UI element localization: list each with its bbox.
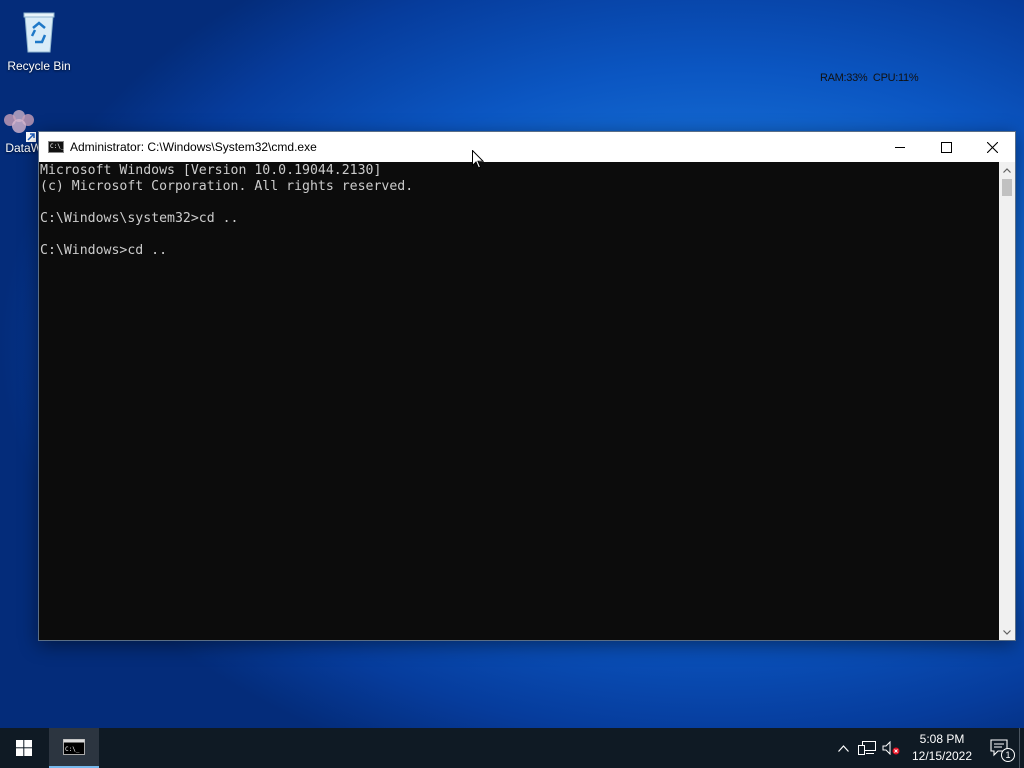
window-title: Administrator: C:\Windows\System32\cmd.e… [70,140,317,154]
console-line: C:\Windows>cd .. [40,243,168,258]
network-icon [858,741,876,755]
taskbar-item-cmd[interactable]: C:\_ [49,728,99,768]
minimize-icon [895,147,905,148]
show-desktop-button[interactable] [1019,728,1024,768]
show-hidden-icons-button[interactable] [831,728,855,768]
volume-button[interactable] [879,728,903,768]
console-line: Microsoft Windows [Version 10.0.19044.21… [40,163,382,178]
svg-text:C:\_: C:\_ [65,746,80,753]
start-button[interactable] [0,728,48,768]
clock-time: 5:08 PM [919,732,965,746]
recycle-bin-icon [23,12,55,53]
cmd-window[interactable]: C:\_ Administrator: C:\Windows\System32\… [38,131,1016,641]
mouse-cursor-icon [472,150,484,169]
console-output[interactable]: Microsoft Windows [Version 10.0.19044.21… [39,162,1000,640]
scroll-down-button[interactable] [999,624,1015,640]
datawrapper-shortcut-icon [4,110,36,142]
cmd-icon: C:\_ [48,141,64,153]
close-icon [986,141,998,153]
volume-muted-icon [882,741,900,755]
maximize-icon [940,141,952,153]
network-button[interactable] [855,728,879,768]
system-tray: 5:08 PM 12/15/2022 1 [831,728,1024,768]
windows-logo-icon [16,740,32,756]
taskbar: C:\_ 5:08 PM 12/15/2022 1 [0,728,1024,768]
clock[interactable]: 5:08 PM 12/15/2022 [907,731,977,765]
desktop-icon-recycle-bin[interactable]: Recycle Bin [1,8,77,73]
desktop-icon-dataw[interactable]: DataW [0,106,42,155]
clock-date: 12/15/2022 [911,749,973,763]
console-line: (c) Microsoft Corporation. All rights re… [40,179,414,194]
maximize-button[interactable] [923,132,969,162]
close-button[interactable] [969,132,1015,162]
console-line: C:\Windows\system32>cd .. [40,211,239,226]
action-center-button[interactable]: 1 [981,728,1019,768]
chevron-up-icon [837,744,849,752]
scroll-up-button[interactable] [999,162,1015,178]
chevron-down-icon [1003,629,1011,635]
recycle-bin-label: Recycle Bin [7,59,71,73]
minimize-button[interactable] [877,132,923,162]
dataw-label: DataW [5,141,42,155]
title-bar[interactable]: C:\_ Administrator: C:\Windows\System32\… [39,132,1015,162]
notification-count-badge: 1 [1001,748,1015,762]
cmd-icon: C:\_ [63,739,85,755]
vertical-scrollbar[interactable] [999,162,1015,640]
scroll-thumb[interactable] [1002,179,1012,196]
chevron-up-icon [1003,167,1011,173]
system-monitor-readout: RAM:33% CPU:11% [820,72,919,84]
